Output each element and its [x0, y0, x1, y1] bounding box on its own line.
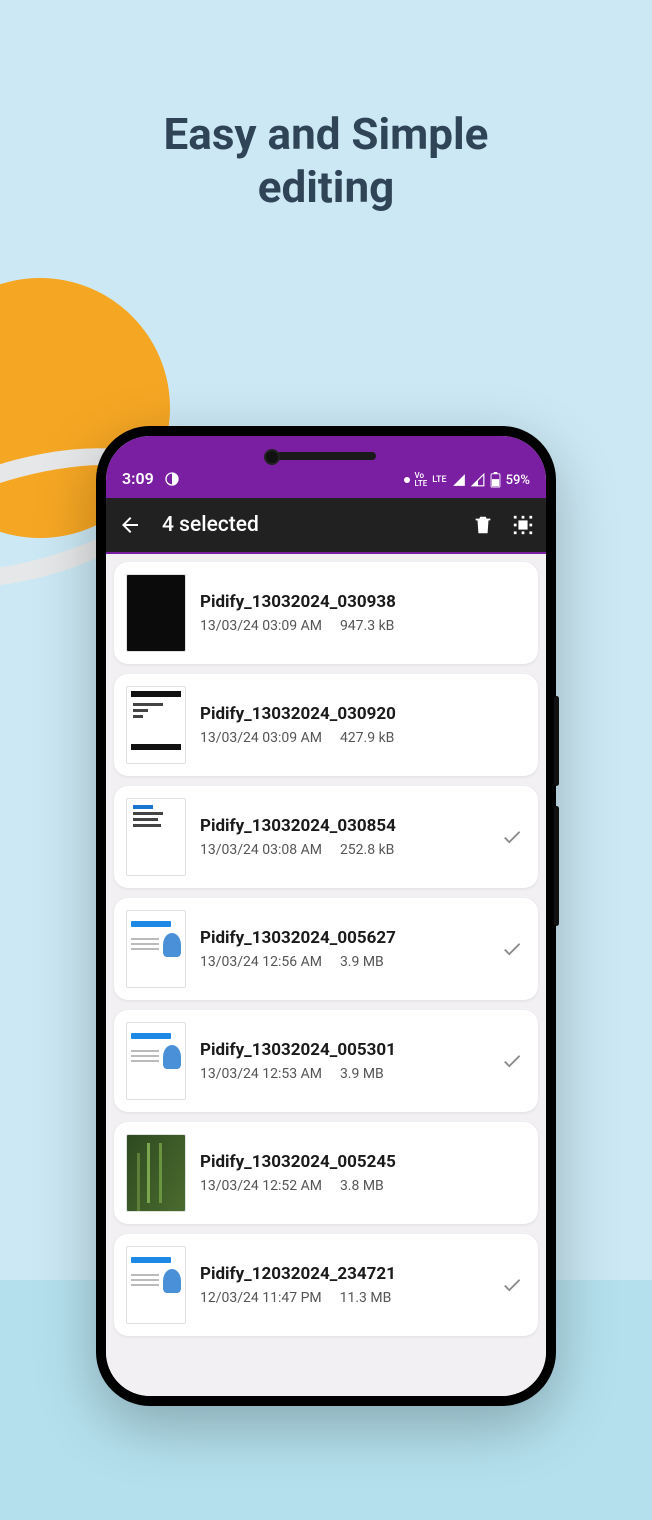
- headline-line-1: Easy and Simple: [164, 108, 489, 160]
- file-size: 3.8 MB: [340, 1178, 384, 1194]
- file-date: 13/03/24 03:09 AM: [200, 730, 322, 746]
- file-date: 13/03/24 03:09 AM: [200, 618, 322, 634]
- file-size: 947.3 kB: [340, 618, 394, 634]
- headline-line-2: editing: [258, 161, 395, 213]
- selected-check-icon: [498, 938, 526, 960]
- file-thumbnail: [126, 1134, 186, 1212]
- select-all-icon[interactable]: [512, 514, 534, 536]
- file-title: Pidify_13032024_030920: [200, 704, 498, 724]
- file-date: 13/03/24 12:53 AM: [200, 1066, 322, 1082]
- file-list-item[interactable]: Pidify_13032024_005627 13/03/24 12:56 AM 3…: [114, 898, 538, 1000]
- file-size: 252.8 kB: [340, 842, 394, 858]
- file-thumbnail: [126, 910, 186, 988]
- marketing-headline: Easy and Simple editing: [0, 108, 652, 214]
- status-lte2: LTE: [432, 475, 446, 485]
- file-thumbnail: [126, 798, 186, 876]
- file-thumbnail: [126, 574, 186, 652]
- status-battery-text: 59%: [506, 473, 530, 488]
- selection-count-title: 4 selected: [162, 513, 259, 537]
- file-list-item[interactable]: Pidify_12032024_234721 12/03/24 11:47 PM 1…: [114, 1234, 538, 1336]
- file-title: Pidify_13032024_030938: [200, 592, 498, 612]
- file-size: 11.3 MB: [340, 1290, 392, 1306]
- selected-check-icon: [498, 1050, 526, 1072]
- signal-icon: [452, 473, 466, 487]
- file-date: 13/03/24 12:52 AM: [200, 1178, 322, 1194]
- selected-check-icon: [498, 1274, 526, 1296]
- phone-mockup: 3:09 Vo LTE LTE: [96, 426, 556, 1406]
- file-size: 427.9 kB: [340, 730, 394, 746]
- file-size: 3.9 MB: [340, 1066, 384, 1082]
- app-notification-icon: [164, 471, 180, 487]
- back-arrow-icon[interactable]: [118, 513, 142, 537]
- selected-check-icon: [498, 826, 526, 848]
- file-list[interactable]: Pidify_13032024_030938 13/03/24 03:09 AM 9…: [106, 554, 546, 1396]
- file-title: Pidify_13032024_005627: [200, 928, 498, 948]
- android-status-bar: 3:09 Vo LTE LTE: [106, 436, 546, 498]
- file-thumbnail: [126, 686, 186, 764]
- delete-icon[interactable]: [472, 514, 494, 536]
- file-title: Pidify_13032024_005245: [200, 1152, 498, 1172]
- signal-icon-2: [471, 473, 485, 487]
- file-thumbnail: [126, 1022, 186, 1100]
- file-list-item[interactable]: Pidify_13032024_005245 13/03/24 12:52 AM 3…: [114, 1122, 538, 1224]
- status-dot-icon: [404, 477, 410, 483]
- status-time: 3:09: [122, 469, 154, 488]
- status-lte: LTE: [415, 479, 428, 488]
- file-thumbnail: [126, 1246, 186, 1324]
- file-date: 13/03/24 03:08 AM: [200, 842, 322, 858]
- file-date: 13/03/24 12:56 AM: [200, 954, 322, 970]
- file-title: Pidify_13032024_030854: [200, 816, 498, 836]
- file-list-item[interactable]: Pidify_13032024_030854 13/03/24 03:08 AM 2…: [114, 786, 538, 888]
- file-list-item[interactable]: Pidify_13032024_030938 13/03/24 03:09 AM 9…: [114, 562, 538, 664]
- file-size: 3.9 MB: [340, 954, 384, 970]
- file-title: Pidify_13032024_005301: [200, 1040, 498, 1060]
- selection-app-bar: 4 selected: [106, 498, 546, 554]
- file-date: 12/03/24 11:47 PM: [200, 1290, 322, 1306]
- file-list-item[interactable]: Pidify_13032024_030920 13/03/24 03:09 AM 4…: [114, 674, 538, 776]
- battery-icon: [490, 472, 501, 488]
- file-title: Pidify_12032024_234721: [200, 1264, 498, 1284]
- file-list-item[interactable]: Pidify_13032024_005301 13/03/24 12:53 AM 3…: [114, 1010, 538, 1112]
